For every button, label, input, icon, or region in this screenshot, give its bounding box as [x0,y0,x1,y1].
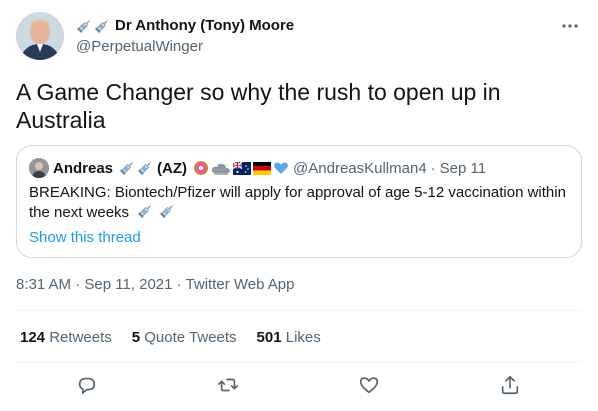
quoted-date: Sep 11 [439,159,487,177]
retweets-count: 124 [20,329,46,346]
likes-stat[interactable]: 501 Likes [257,328,321,348]
blue-heart-icon [274,162,288,174]
show-thread-link[interactable]: Show this thread [29,228,141,248]
syringe-icon [137,160,153,176]
germany-flag-icon [253,161,272,175]
donut-icon [194,161,209,175]
quote-tweets-count: 5 [131,329,141,346]
australia-flag-icon [233,161,252,175]
tweet-timestamp[interactable]: 8:31 AM · Sep 11, 2021 · Twitter Web App [16,275,295,295]
syringe-icon [119,160,135,176]
likes-count: 501 [256,329,282,346]
quoted-text-body: BREAKING: Biontech/Pfizer will apply for… [29,184,566,221]
quote-tweets-stat[interactable]: 5 Quote Tweets [132,328,237,348]
engagement-stats: 124 Retweets 5 Quote Tweets 501 Likes [20,328,321,348]
quoted-avatar [29,158,49,178]
quoted-tweet-header: Andreas (AZ) @AndreasKullman4 · Sep 11 [29,158,486,178]
more-horizontal-icon[interactable] [560,18,580,34]
quoted-name-suffix: (AZ) [157,159,188,177]
syringe-icon [76,18,92,34]
quote-tweets-label: Quote Tweets [144,329,237,346]
retweets-stat[interactable]: 124 Retweets [20,328,112,348]
quoted-handle: @AndreasKullman4 [293,159,427,177]
tweet-header: Dr Anthony (Tony) Moore @PerpetualWinger [16,12,582,62]
quoted-separator: · [430,159,436,177]
tweet-text: A Game Changer so why the rush to open u… [16,79,501,133]
syringe-icon [137,203,153,219]
syringe-icon [159,203,175,219]
reply-icon[interactable] [76,374,100,398]
quoted-text: BREAKING: Biontech/Pfizer will apply for… [29,183,574,223]
retweets-label: Retweets [49,329,112,346]
divider [16,310,582,311]
likes-label: Likes [285,329,321,346]
author-name-text[interactable]: Dr Anthony (Tony) Moore [115,16,294,36]
action-bar [16,372,582,402]
emoji-flags [193,160,289,176]
heart-icon[interactable] [358,374,382,398]
author-avatar[interactable] [16,12,64,60]
divider [16,362,582,363]
share-icon[interactable] [499,374,523,398]
retweet-icon[interactable] [217,374,241,398]
syringe-icon [94,18,110,34]
author-display-name[interactable]: Dr Anthony (Tony) Moore [76,16,294,36]
quoted-name: Andreas [53,159,114,177]
cloud-icon [211,163,231,175]
author-handle[interactable]: @PerpetualWinger [76,37,294,57]
quoted-tweet[interactable]: Andreas (AZ) @AndreasKullman4 · Sep 11 B… [16,145,582,258]
